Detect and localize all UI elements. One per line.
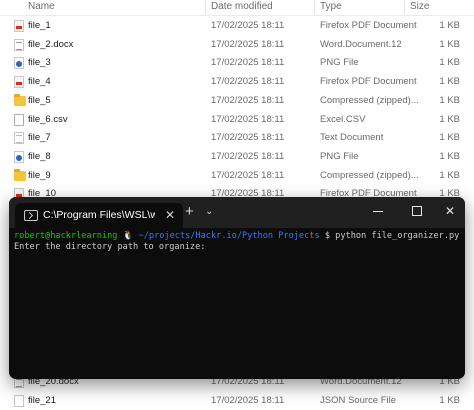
file-size: 1 KB — [439, 57, 460, 69]
png-file-icon — [14, 57, 24, 70]
command-text: python file_organizer.py — [335, 231, 460, 241]
file-size: 1 KB — [439, 38, 460, 50]
csv-file-icon — [14, 113, 24, 126]
prompt-user: robert@hackrlearning — [14, 231, 118, 241]
file-date: 17/02/2025 18:11 — [211, 113, 285, 125]
file-type: Text Document — [320, 132, 384, 144]
file-size: 1 KB — [439, 150, 460, 162]
file-name: file_21 — [28, 394, 56, 406]
file-date: 17/02/2025 18:11 — [211, 38, 285, 50]
terminal-tab[interactable]: C:\Program Files\WSL\wsl.exe ✕ — [15, 203, 183, 228]
file-row[interactable]: file_1 17/02/2025 18:11 Firefox PDF Docume… — [0, 17, 474, 35]
file-type: Firefox PDF Document — [320, 20, 417, 31]
file-size: 1 KB — [439, 113, 460, 125]
file-row[interactable]: file_3 17/02/2025 18:11 PNG File 1 KB — [0, 54, 474, 72]
file-size: 1 KB — [439, 169, 460, 181]
file-name: file_3 — [28, 57, 51, 69]
file-type: Firefox PDF Document — [320, 76, 417, 88]
file-row[interactable]: file_9 17/02/2025 18:11 Compressed (zipped… — [0, 167, 474, 185]
pdf-file-icon — [14, 76, 24, 89]
file-row[interactable]: file_8 17/02/2025 18:11 PNG File 1 KB — [0, 148, 474, 166]
file-row[interactable]: file_21 17/02/2025 18:11 JSON Source File 1… — [0, 392, 474, 410]
column-divider[interactable] — [404, 0, 405, 14]
file-type: PNG File — [320, 150, 359, 162]
tab-title: C:\Program Files\WSL\wsl.exe — [43, 209, 155, 221]
word-document-icon — [14, 38, 24, 51]
output-line: Enter the directory path to organize: — [14, 242, 206, 252]
terminal-window[interactable]: C:\Program Files\WSL\wsl.exe ✕ + ⌄ ✕ rob… — [9, 197, 465, 379]
pdf-file-icon — [14, 20, 24, 32]
file-date: 17/02/2025 18:11 — [211, 394, 285, 406]
file-name: file_4 — [28, 76, 51, 88]
terminal-icon — [24, 210, 38, 221]
prompt-symbol: $ — [319, 231, 336, 241]
file-size: 1 KB — [439, 94, 460, 106]
minimize-button[interactable] — [368, 203, 388, 219]
file-row[interactable]: file_7 17/02/2025 18:11 Text Document 1 KB — [0, 129, 474, 147]
terminal-console[interactable]: robert@hackrlearning 🐧 ~/projects/Hackr.… — [14, 231, 460, 253]
file-name: file_9 — [28, 169, 51, 181]
maximize-button[interactable] — [407, 203, 427, 219]
file-type: JSON Source File — [320, 394, 397, 406]
column-header-bar: Name Date modified Type Size — [0, 0, 474, 16]
file-date: 17/02/2025 18:11 — [211, 20, 285, 31]
file-type: Word.Document.12 — [320, 38, 402, 50]
file-date: 17/02/2025 18:11 — [211, 169, 285, 181]
file-size: 1 KB — [439, 76, 460, 88]
file-type: PNG File — [320, 57, 359, 69]
zip-folder-icon — [14, 168, 26, 181]
file-name: file_6.csv — [28, 113, 68, 125]
chevron-down-icon[interactable]: ⌄ — [205, 206, 213, 217]
close-window-button[interactable]: ✕ — [440, 203, 460, 219]
column-header-name[interactable]: Name — [28, 1, 55, 12]
column-divider[interactable] — [314, 0, 315, 14]
file-date: 17/02/2025 18:11 — [211, 76, 285, 88]
column-header-size[interactable]: Size — [410, 1, 429, 12]
file-type: Compressed (zipped)... — [320, 94, 419, 106]
file-row[interactable]: file_6.csv 17/02/2025 18:11 Excel.CSV 1 KB — [0, 111, 474, 129]
json-file-icon — [14, 394, 24, 407]
column-header-type[interactable]: Type — [320, 1, 342, 12]
file-size: 1 KB — [439, 132, 460, 144]
zip-folder-icon — [14, 93, 26, 106]
prompt-path: ~/projects/Hackr.io/Python Projects — [138, 231, 320, 241]
file-row[interactable]: file_5 17/02/2025 18:11 Compressed (zipped… — [0, 92, 474, 110]
file-date: 17/02/2025 18:11 — [211, 132, 285, 144]
column-divider[interactable] — [205, 0, 206, 14]
text-file-icon — [14, 132, 24, 145]
file-name: file_7 — [28, 132, 51, 144]
file-size: 1 KB — [439, 394, 460, 406]
file-date: 17/02/2025 18:11 — [211, 150, 285, 162]
file-name: file_1 — [28, 20, 51, 31]
png-file-icon — [14, 150, 24, 163]
file-type: Compressed (zipped)... — [320, 169, 419, 181]
file-row[interactable]: file_2.docx 17/02/2025 18:11 Word.Document… — [0, 36, 474, 54]
file-name: file_2.docx — [28, 38, 74, 50]
close-tab-icon[interactable]: ✕ — [165, 208, 175, 222]
penguin-icon: 🐧 — [117, 231, 139, 241]
file-name: file_5 — [28, 94, 51, 106]
file-date: 17/02/2025 18:11 — [211, 57, 285, 69]
terminal-titlebar[interactable]: C:\Program Files\WSL\wsl.exe ✕ + ⌄ ✕ — [9, 197, 465, 228]
column-header-date[interactable]: Date modified — [211, 1, 273, 12]
file-type: Excel.CSV — [320, 113, 366, 125]
file-name: file_8 — [28, 150, 51, 162]
file-row[interactable]: file_4 17/02/2025 18:11 Firefox PDF Docume… — [0, 73, 474, 91]
file-date: 17/02/2025 18:11 — [211, 94, 285, 106]
file-size: 1 KB — [439, 20, 460, 31]
new-tab-button[interactable]: + — [185, 204, 194, 219]
